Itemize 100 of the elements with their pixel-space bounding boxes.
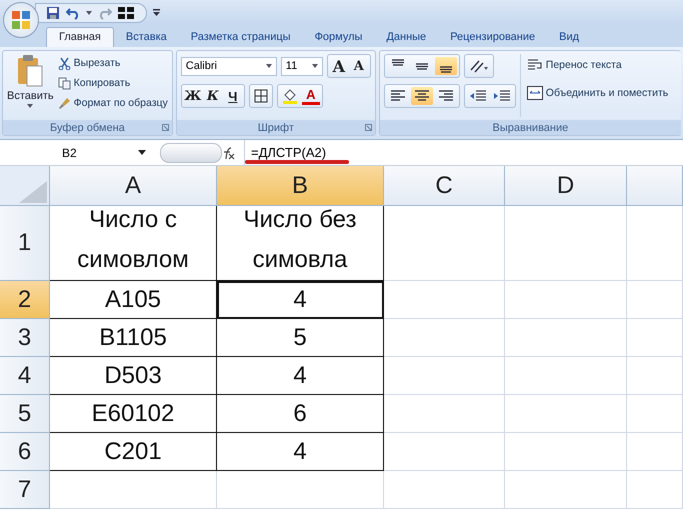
table-cell[interactable]: 6 <box>217 395 384 433</box>
bold-button[interactable]: Ж <box>184 87 202 105</box>
orientation-icon[interactable] <box>468 58 489 74</box>
grid-icon[interactable] <box>118 6 134 18</box>
redo-icon[interactable] <box>98 6 112 20</box>
caret-icon <box>266 64 272 68</box>
table-cell[interactable] <box>384 395 505 433</box>
table-cell[interactable]: 4 <box>217 357 384 395</box>
table-cell[interactable]: Число с симовлом <box>50 206 217 281</box>
table-cell[interactable] <box>505 433 627 471</box>
underline-button[interactable]: Ч <box>224 87 242 105</box>
table-cell[interactable]: A105 <box>50 281 217 319</box>
table-cell[interactable]: E60102 <box>50 395 217 433</box>
decrease-indent-icon[interactable] <box>468 89 487 103</box>
shrink-font-button[interactable]: A <box>350 57 368 75</box>
row-header[interactable]: 6 <box>0 433 50 471</box>
group-title: Выравнивание <box>492 122 568 134</box>
table-cell[interactable] <box>384 319 505 357</box>
table-cell[interactable] <box>384 433 505 471</box>
row-header[interactable]: 1 <box>0 206 50 281</box>
formula-field[interactable]: =ДЛСТР(A2) <box>244 140 683 165</box>
paste-button[interactable]: Вставить <box>7 54 54 117</box>
cut-button[interactable]: Вырезать <box>58 54 168 72</box>
dialog-launcher-icon[interactable] <box>162 124 169 131</box>
table-cell[interactable] <box>217 471 384 509</box>
horizontal-align-button[interactable] <box>410 87 433 105</box>
brush-icon <box>58 96 71 110</box>
office-button[interactable] <box>3 2 39 38</box>
vertical-align-button[interactable] <box>434 57 457 75</box>
ribbon-tab[interactable]: Формулы <box>302 28 374 47</box>
table-cell[interactable] <box>505 206 627 281</box>
caret-icon <box>27 104 34 108</box>
column-header[interactable]: C <box>384 166 505 206</box>
table-cell[interactable]: D503 <box>50 357 217 395</box>
table-cell[interactable]: 5 <box>217 319 384 357</box>
row-header[interactable]: 3 <box>0 319 50 357</box>
column-header[interactable]: A <box>50 166 217 206</box>
undo-icon[interactable] <box>66 6 80 20</box>
borders-icon[interactable] <box>254 89 268 103</box>
caret-icon <box>312 64 318 68</box>
customize-caret-icon[interactable] <box>153 9 160 16</box>
table-cell[interactable] <box>627 357 683 395</box>
table-cell[interactable] <box>50 471 217 509</box>
clipboard-icon <box>15 54 46 88</box>
row-header[interactable]: 5 <box>0 395 50 433</box>
group-title: Шрифт <box>258 122 294 134</box>
table-cell[interactable] <box>505 395 627 433</box>
increase-indent-icon[interactable] <box>492 89 511 103</box>
ribbon-tab[interactable]: Вид <box>547 28 592 47</box>
wrap-text-icon <box>526 58 543 72</box>
caret-icon[interactable] <box>86 10 92 14</box>
table-cell[interactable] <box>627 281 683 319</box>
row-header[interactable]: 7 <box>0 471 50 509</box>
table-cell[interactable] <box>384 471 505 509</box>
row-header[interactable]: 4 <box>0 357 50 395</box>
table-cell[interactable] <box>627 471 683 509</box>
font-name-field[interactable]: Calibri <box>180 56 277 76</box>
table-cell[interactable] <box>505 281 627 319</box>
table-cell[interactable] <box>505 357 627 395</box>
table-cell[interactable]: B1105 <box>50 319 217 357</box>
table-cell[interactable]: Число без симовла <box>217 206 384 281</box>
merge-center-button[interactable]: Объединить и поместить <box>526 84 668 102</box>
table-cell[interactable]: 4 <box>217 433 384 471</box>
row-header[interactable]: 2 <box>0 281 50 319</box>
table-cell[interactable] <box>627 433 683 471</box>
scissors-icon <box>58 56 71 70</box>
italic-button[interactable]: К <box>204 87 222 105</box>
save-icon[interactable] <box>46 6 60 20</box>
table-cell[interactable] <box>384 357 505 395</box>
table-cell[interactable]: C201 <box>50 433 217 471</box>
column-header[interactable] <box>627 166 683 206</box>
copy-button[interactable]: Копировать <box>58 74 168 92</box>
merge-cells-icon <box>526 86 543 100</box>
table-cell[interactable] <box>627 319 683 357</box>
caret-icon <box>138 150 146 155</box>
table-cell[interactable] <box>505 319 627 357</box>
splitter-handle[interactable] <box>160 142 222 162</box>
ribbon-tab[interactable]: Рецензирование <box>438 28 548 47</box>
table-cell[interactable] <box>384 206 505 281</box>
column-header[interactable]: D <box>505 166 627 206</box>
table-cell[interactable] <box>505 471 627 509</box>
table-cell[interactable] <box>627 395 683 433</box>
fill-bucket-icon[interactable] <box>282 88 298 104</box>
ribbon-tab[interactable]: Данные <box>374 28 438 47</box>
wrap-text-button[interactable]: Перенос текста <box>526 56 668 74</box>
select-all-button[interactable] <box>0 166 50 206</box>
ribbon-tab[interactable]: Разметка страницы <box>178 28 303 47</box>
font-size-field[interactable]: 11 <box>280 56 323 76</box>
grow-font-button[interactable]: A <box>330 57 348 75</box>
group-title: Буфер обмена <box>50 122 125 134</box>
name-box[interactable]: B2 <box>0 146 150 160</box>
table-cell[interactable] <box>384 281 505 319</box>
column-header[interactable]: B <box>217 166 384 206</box>
table-cell[interactable]: 4 <box>217 281 384 319</box>
dialog-launcher-icon[interactable] <box>364 124 372 131</box>
table-cell[interactable] <box>627 206 683 281</box>
copy-icon <box>58 76 71 90</box>
format-painter-button[interactable]: Формат по образцу <box>58 94 168 112</box>
ribbon-tab[interactable]: Главная <box>46 27 114 47</box>
ribbon-tab[interactable]: Вставка <box>114 28 179 47</box>
